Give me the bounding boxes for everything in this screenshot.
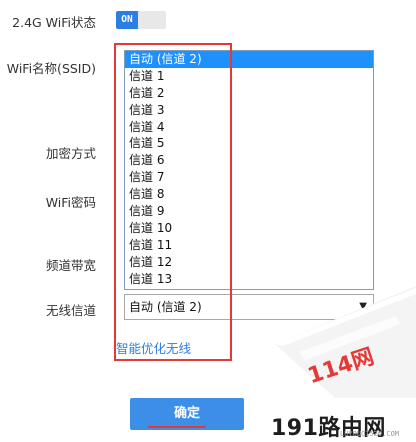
toggle-on-label: ON [116, 11, 138, 29]
highlight-annotation-box [114, 43, 232, 361]
confirm-underline-annotation [148, 426, 206, 428]
wifi-status-label: 2.4G WiFi状态 [12, 15, 96, 30]
wifi-toggle[interactable]: ON [116, 11, 166, 29]
watermark-logo: 114网 [275, 286, 416, 398]
channel-label: 无线信道 [45, 303, 96, 318]
ssid-label: WiFi名称(SSID) [6, 61, 96, 76]
bandwidth-label: 频道带宽 [45, 258, 96, 273]
watermark-url: LUYOUQI520.COM [340, 430, 400, 438]
encryption-label: 加密方式 [45, 146, 96, 161]
password-label: WiFi密码 [45, 195, 96, 210]
